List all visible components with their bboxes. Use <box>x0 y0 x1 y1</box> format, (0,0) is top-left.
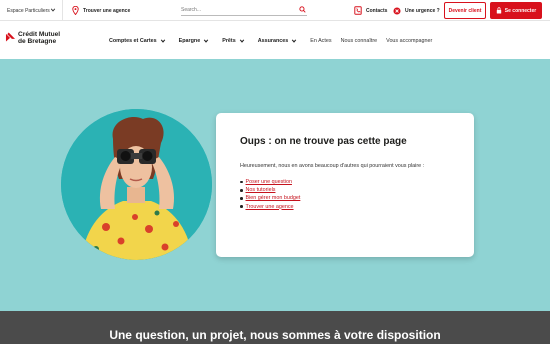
chevron-down-icon <box>292 38 297 43</box>
search-icon[interactable] <box>299 6 306 13</box>
brand-name: Crédit Mutuel de Bretagne <box>18 31 60 45</box>
padlock-icon <box>496 7 502 14</box>
contacts-link[interactable]: Contacts <box>354 0 387 21</box>
list-item: Poser une question <box>240 178 450 186</box>
brand-logo-mark-icon <box>5 32 16 42</box>
list-item: Trouver une agence <box>240 203 450 211</box>
chevron-down-icon <box>204 38 209 43</box>
nav-link-label: Nous connaître <box>340 37 378 44</box>
chevron-down-icon <box>50 8 56 12</box>
contacts-label: Contacts <box>366 7 388 14</box>
nav-menu: Comptes et Cartes Epargne Prêts Assuranc… <box>109 22 441 59</box>
login-button[interactable]: Se connecter <box>490 2 542 19</box>
link-trouver-agence[interactable]: Trouver une agence <box>246 203 294 211</box>
nav-item-assurances[interactable]: Assurances <box>258 38 298 44</box>
bullet-icon <box>240 197 243 200</box>
contact-band-title: Une question, un projet, nous sommes à v… <box>109 328 441 342</box>
list-item: Nos tutoriels <box>240 186 450 194</box>
become-client-label: Devenir client <box>448 7 482 14</box>
link-poser-question[interactable]: Poser une question <box>246 178 292 186</box>
emergency-label: Une urgence ? <box>405 7 440 14</box>
login-label: Se connecter <box>504 7 537 14</box>
brand-logo[interactable]: Crédit Mutuel de Bretagne <box>5 31 60 45</box>
woman-with-binoculars-photo <box>61 109 212 260</box>
error-hero: Oups : on ne trouve pas cette page Heure… <box>0 59 550 311</box>
contact-band: Une question, un projet, nous sommes à v… <box>0 311 550 344</box>
link-budget[interactable]: Bien gérer mon budget <box>246 194 301 202</box>
find-agency-label: Trouver une agence <box>83 7 131 14</box>
nav-item-epargne[interactable]: Epargne <box>179 38 210 44</box>
nav-link-nous-connaitre[interactable]: Nous connaître <box>341 38 378 44</box>
main-navigation: Crédit Mutuel de Bretagne Comptes et Car… <box>0 22 550 59</box>
link-tutoriels[interactable]: Nos tutoriels <box>246 186 276 194</box>
nav-link-en-actes[interactable]: En Actes <box>310 38 331 44</box>
nav-item-label: Prêts <box>222 37 236 44</box>
segment-select[interactable]: Espace Particuliers <box>0 0 63 21</box>
search-input[interactable] <box>181 7 291 13</box>
bullet-icon <box>240 189 243 192</box>
nav-link-vous-accompagner[interactable]: Vous accompagner <box>386 38 432 44</box>
nav-item-prets[interactable]: Prêts <box>222 38 245 44</box>
error-text: Heureusement, nous en avons beaucoup d'a… <box>240 163 425 169</box>
nav-link-label: En Actes <box>310 37 332 44</box>
suggested-links: Poser une question Nos tutoriels Bien gé… <box>240 178 450 211</box>
find-agency-link[interactable]: Trouver une agence <box>72 0 130 21</box>
list-item: Bien gérer mon budget <box>240 194 450 202</box>
photo-illustration <box>61 109 212 260</box>
top-utility-bar: Espace Particuliers Trouver une agence C… <box>0 0 550 21</box>
bullet-icon <box>240 180 243 184</box>
bullet-icon <box>240 205 243 208</box>
nav-link-label: Vous accompagner <box>386 37 433 44</box>
brand-name-line2: de Bretagne <box>18 37 57 45</box>
map-pin-icon <box>72 6 79 15</box>
segment-label: Espace Particuliers <box>7 7 50 14</box>
x-alert-icon <box>393 6 401 15</box>
search-box <box>181 5 307 16</box>
nav-item-comptes[interactable]: Comptes et Cartes <box>109 38 166 44</box>
nav-item-label: Comptes et Cartes <box>109 37 157 44</box>
chevron-down-icon <box>160 38 165 43</box>
error-card: Oups : on ne trouve pas cette page Heure… <box>216 113 474 257</box>
chevron-down-icon <box>239 38 244 43</box>
nav-item-label: Epargne <box>178 37 201 44</box>
phone-contact-icon <box>354 6 362 15</box>
nav-item-label: Assurances <box>257 37 289 44</box>
emergency-link[interactable]: Une urgence ? <box>393 0 440 21</box>
become-client-button[interactable]: Devenir client <box>444 2 486 19</box>
error-title: Oups : on ne trouve pas cette page <box>240 136 407 147</box>
